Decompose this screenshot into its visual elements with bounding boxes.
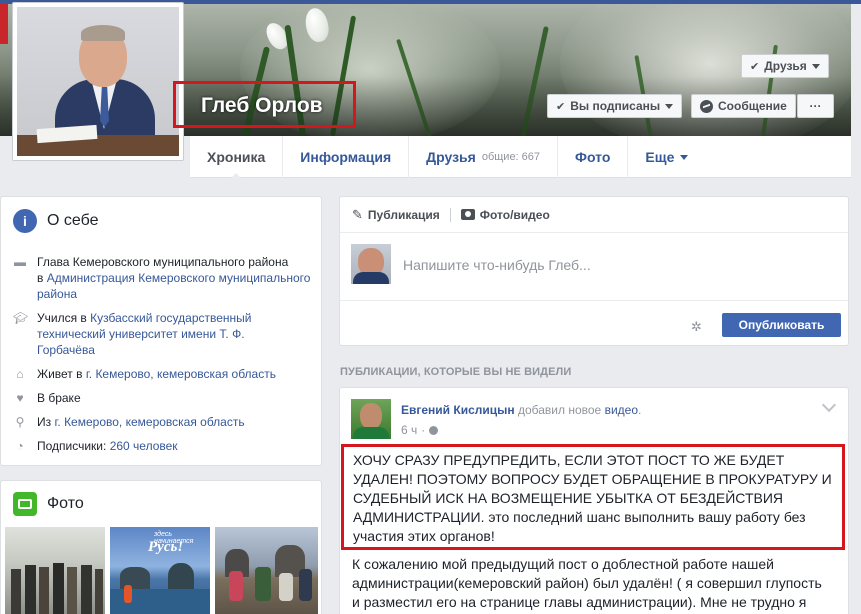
tab-photos[interactable]: Фото — [558, 136, 629, 178]
heart-icon: ♥ — [16, 391, 24, 405]
video-link[interactable]: видео — [605, 403, 638, 417]
pencil-icon: ✎ — [352, 206, 363, 222]
post-meta: 6 ч · — [401, 423, 439, 437]
home-icon: ⌂ — [16, 367, 24, 381]
composer-avatar — [351, 244, 391, 284]
job-link[interactable]: Администрация Кемеровского муниципальног… — [37, 271, 310, 301]
post-author-avatar[interactable] — [351, 399, 391, 439]
photos-title: Фото — [47, 495, 84, 512]
photo-thumb-3[interactable] — [215, 527, 318, 614]
post-author[interactable]: Евгений Кислицын — [401, 403, 515, 417]
check-icon: ✔ — [556, 100, 566, 113]
globe-icon — [429, 425, 439, 435]
tab-more[interactable]: Еще — [628, 136, 705, 178]
lives-link[interactable]: г. Кемерово, кемеровская область — [86, 367, 276, 381]
photo-icon — [13, 492, 37, 516]
subscribed-button[interactable]: ✔ Вы подписаны — [547, 94, 683, 118]
publish-button[interactable]: Опубликовать — [722, 313, 841, 337]
chevron-down-icon — [665, 103, 674, 109]
tab-about[interactable]: Информация — [283, 136, 410, 178]
briefcase-icon: ▬ — [14, 255, 26, 269]
post-options-chevron-icon[interactable] — [821, 397, 837, 413]
post-body-text: К сожалению мой предыдущий пост о доблес… — [352, 556, 822, 610]
photo-thumb-2[interactable]: здесь начинается Русь! — [110, 527, 210, 614]
about-job: ▬ Глава Кемеровского муниципального райо… — [14, 255, 311, 301]
rss-icon: ◔ — [16, 439, 24, 453]
tab-photo-video[interactable]: Фото/видео — [460, 208, 550, 222]
camera-icon — [460, 209, 475, 220]
messenger-icon — [700, 99, 713, 113]
page-edge — [851, 4, 861, 614]
highlighted-post-text: ХОЧУ СРАЗУ ПРЕДУПРЕДИТЬ, ЕСЛИ ЭТОТ ПОСТ … — [341, 444, 845, 550]
about-card: i О себе ▬ Глава Кемеровского муниципаль… — [0, 196, 322, 466]
photo-thumb-1[interactable] — [5, 527, 105, 614]
info-icon: i — [13, 209, 37, 233]
about-from: ⚲ Из г. Кемерово, кемеровская область — [13, 414, 245, 430]
post-timestamp[interactable]: 6 ч — [401, 423, 417, 437]
post-header: Евгений Кислицын добавил новое видео. — [401, 403, 642, 417]
tab-friends[interactable]: Друзья общие: 667 — [409, 136, 559, 178]
post-card: Евгений Кислицын добавил новое видео. 6 … — [339, 387, 849, 614]
name-highlight-box — [173, 81, 356, 128]
message-button[interactable]: Сообщение — [691, 94, 796, 118]
chevron-down-icon — [680, 154, 689, 160]
tab-timeline[interactable]: Хроника — [190, 136, 284, 179]
check-icon: ✔ — [750, 60, 760, 73]
about-relationship: ♥ В браке — [13, 390, 80, 406]
profile-nav: Хроника Информация Друзья общие: 667 Фото… — [190, 136, 851, 179]
about-lives: ⌂ Живет в г. Кемерово, кемеровская облас… — [13, 366, 276, 382]
tab-publication[interactable]: ✎ Публикация — [352, 207, 440, 223]
composer-input[interactable]: Напишите что-нибудь Глеб... — [403, 257, 591, 273]
about-title: О себе — [47, 212, 99, 229]
chevron-down-icon — [811, 63, 820, 69]
audience-gear-icon[interactable]: ✲ — [691, 319, 702, 335]
unseen-posts-heading: ПУБЛИКАЦИИ, КОТОРЫЕ ВЫ НЕ ВИДЕЛИ — [340, 366, 572, 378]
graduation-cap-icon: 🎓︎ — [13, 311, 29, 325]
location-pin-icon: ⚲ — [15, 415, 25, 429]
followers-link[interactable]: 260 человек — [110, 439, 178, 453]
more-button[interactable]: ··· — [797, 94, 834, 118]
cover-edge — [0, 4, 8, 44]
about-study: 🎓︎ Учился в Кузбасский государственный т… — [13, 311, 252, 357]
profile-picture[interactable] — [12, 2, 184, 161]
friends-button[interactable]: ✔ Друзья — [741, 54, 829, 78]
from-link[interactable]: г. Кемерово, кемеровская область — [54, 415, 244, 429]
about-followers: ◔ Подписчики: 260 человек — [13, 438, 178, 454]
